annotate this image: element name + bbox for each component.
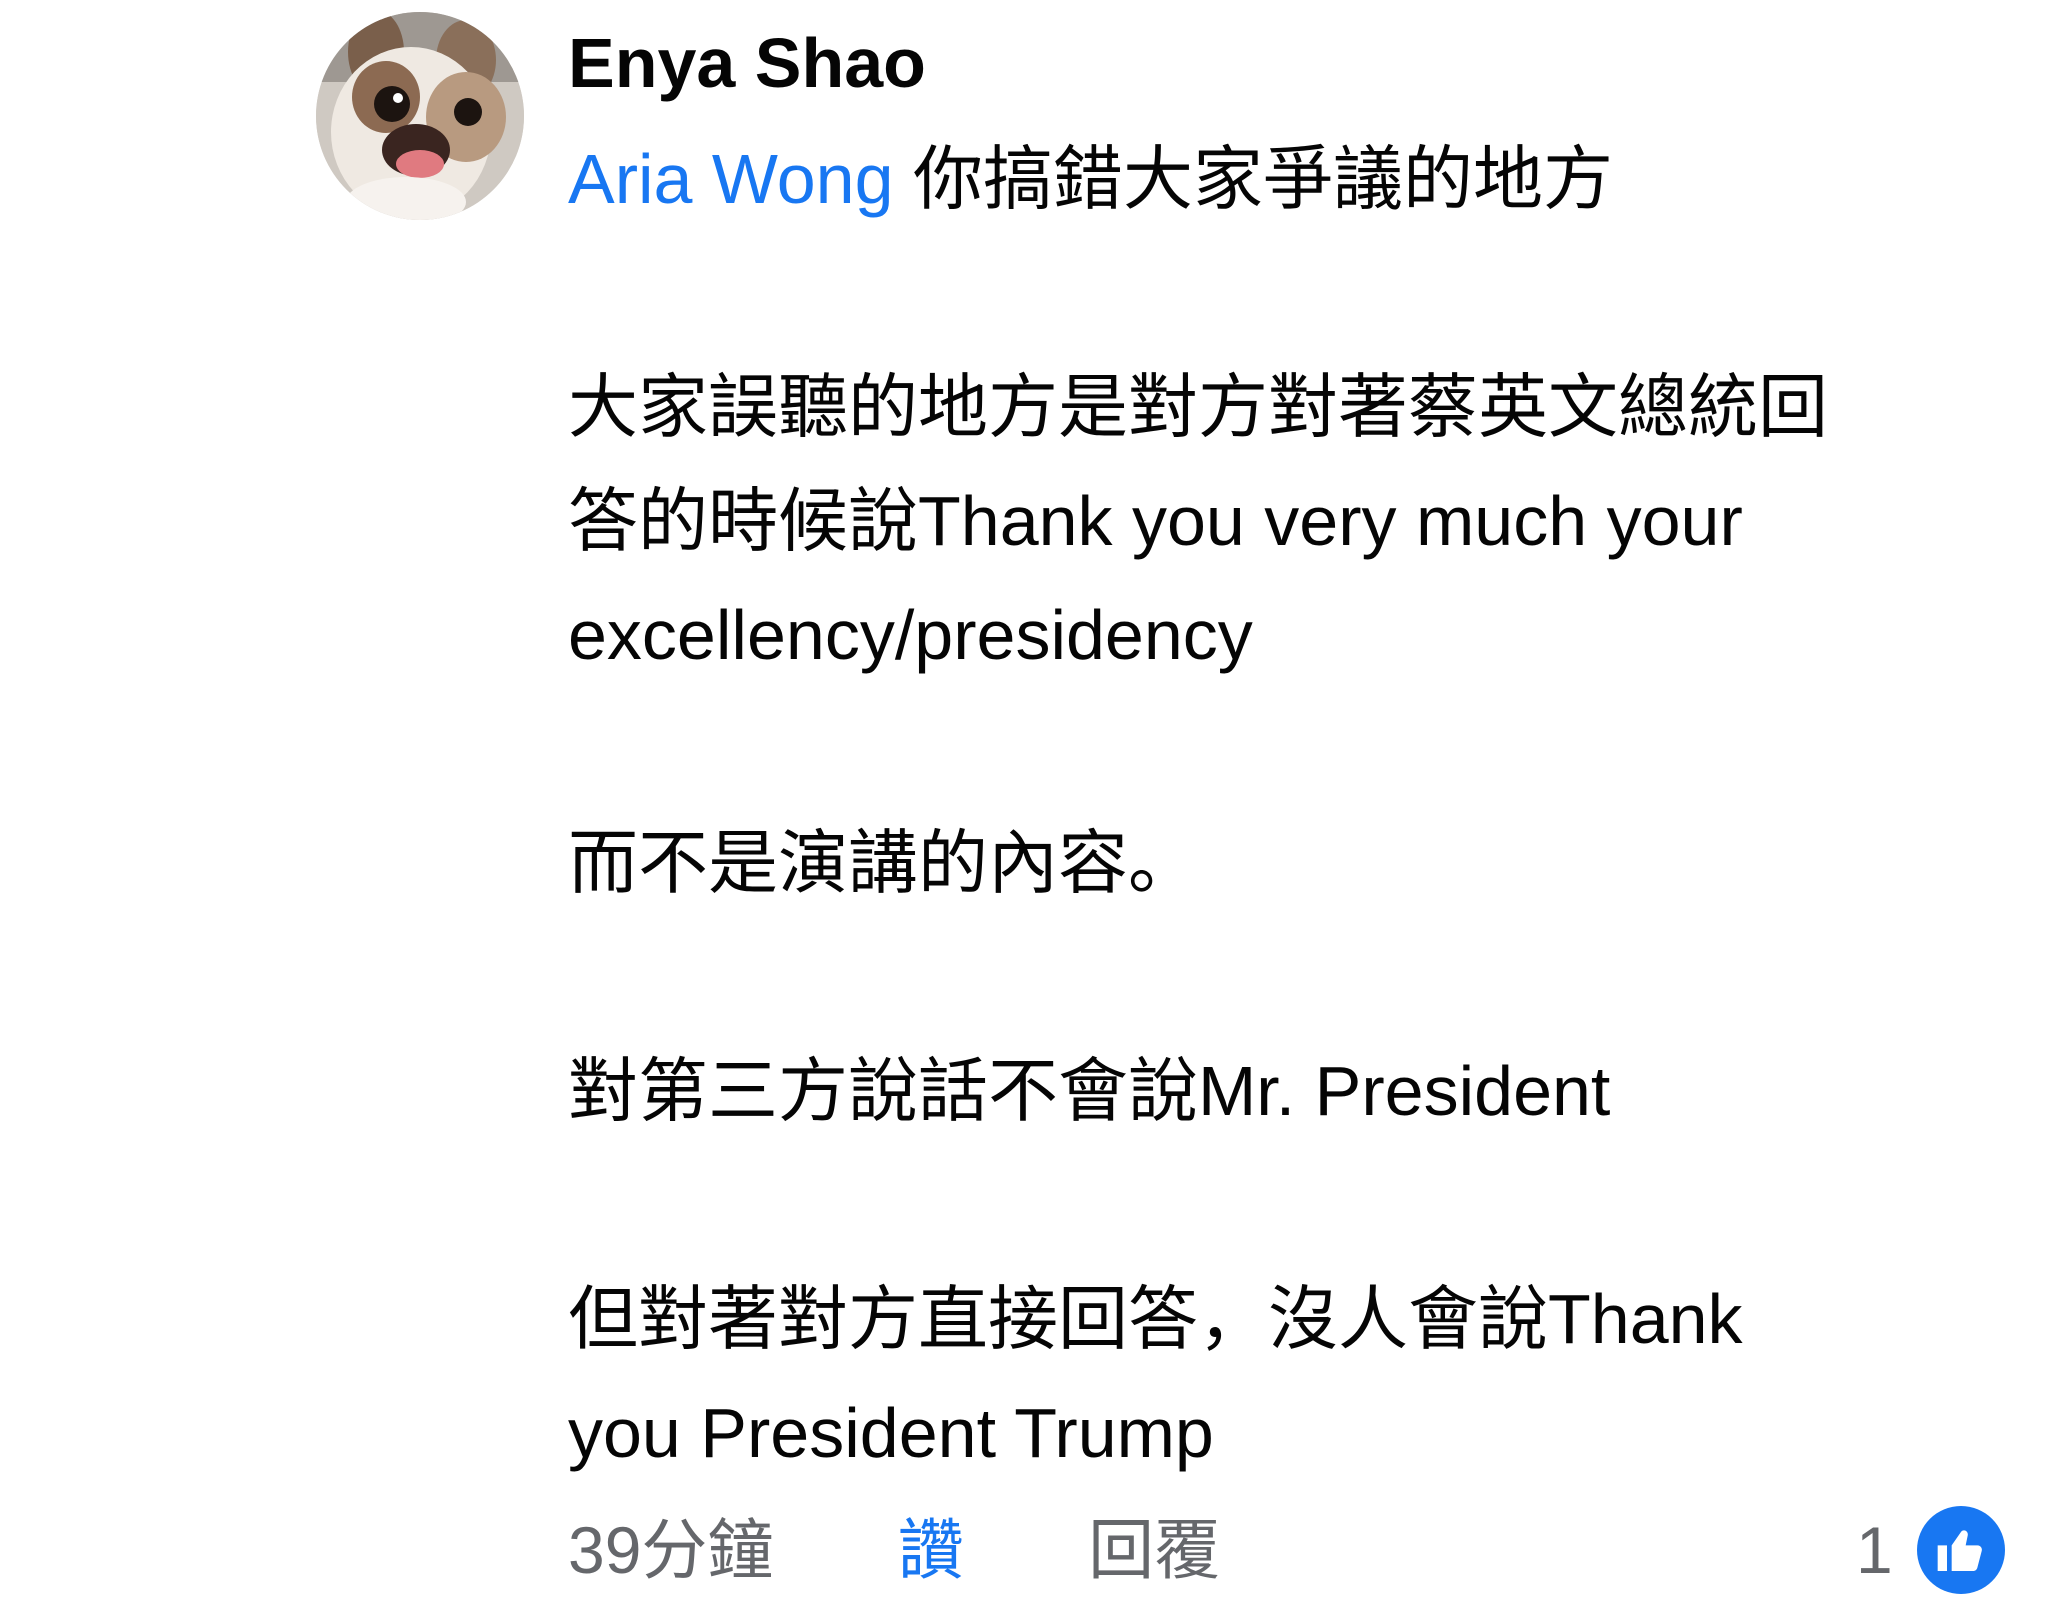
comment-text-line: excellency/presidency (568, 596, 1253, 674)
avatar-dog-photo (316, 12, 524, 220)
like-button[interactable]: 讚 (898, 1502, 964, 1598)
comment-text-line: you President Trump (568, 1394, 1214, 1472)
comment-text-line: 大家誤聽的地方是對方對著蔡英文總統回 (568, 368, 1828, 446)
comment-text-line: 答的時候說Thank you very much your (568, 482, 1743, 560)
comment-body: Aria Wong 你搞錯大家爭議的地方 大家誤聽的地方是對方對著蔡英文總統回 … (568, 122, 1988, 1490)
reply-button[interactable]: 回覆 (1088, 1502, 1220, 1598)
comment-actions: 39分鐘 讚 回覆 (568, 1502, 1220, 1598)
comment-first-line: Aria Wong 你搞錯大家爭議的地方 (568, 122, 1988, 236)
comment-text-line: 但對著對方直接回答，沒人會說Thank (568, 1280, 1743, 1358)
avatar[interactable] (316, 12, 524, 220)
comment-text-line: 對第三方說話不會說Mr. President (568, 1052, 1611, 1130)
comment-text-line: 而不是演講的內容。 (568, 824, 1198, 902)
reaction-summary[interactable]: 1 (1856, 1502, 2005, 1598)
comment-author-name[interactable]: Enya Shao (568, 18, 926, 108)
reaction-count: 1 (1856, 1513, 1893, 1587)
thumbs-up-icon (1916, 1506, 2005, 1594)
comment-text: 你搞錯大家爭議的地方 (893, 140, 1613, 218)
mention-tag[interactable]: Aria Wong (568, 140, 894, 218)
comment-timestamp[interactable]: 39分鐘 (568, 1502, 773, 1598)
